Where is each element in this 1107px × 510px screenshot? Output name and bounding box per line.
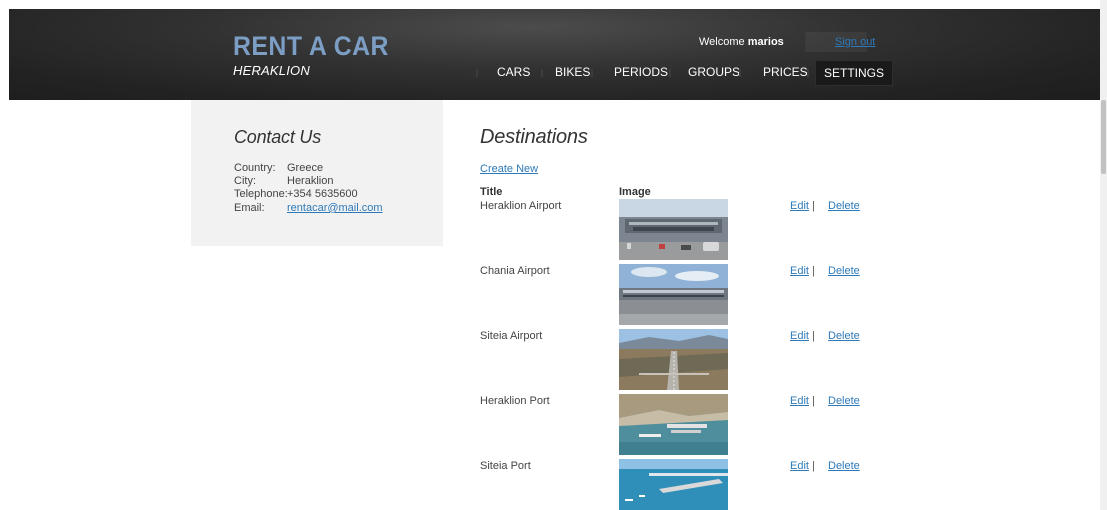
delete-link[interactable]: Delete bbox=[828, 200, 860, 212]
table-row: Heraklion Airport Edit | Delete bbox=[480, 199, 880, 262]
welcome-message: Welcome marios bbox=[699, 36, 784, 48]
contact-value: Heraklion bbox=[287, 175, 334, 187]
welcome-text: Welcome bbox=[699, 36, 745, 48]
create-new-link[interactable]: Create New bbox=[480, 163, 538, 175]
nav-separator bbox=[591, 69, 593, 77]
edit-link[interactable]: Edit bbox=[790, 200, 809, 212]
nav-separator bbox=[807, 69, 809, 77]
email-link[interactable]: rentacar@mail.com bbox=[287, 202, 383, 215]
contact-title: Contact Us bbox=[234, 127, 322, 147]
nav-separator bbox=[669, 69, 671, 77]
contact-country: Country: Greece bbox=[234, 162, 323, 175]
destination-title: Siteia Airport bbox=[480, 330, 543, 342]
contact-value: Greece bbox=[287, 162, 324, 174]
table-row: Siteia Port Edit | Delete bbox=[480, 459, 880, 510]
link-separator: | bbox=[812, 460, 815, 472]
contact-email: Email: rentacar@mail.com bbox=[234, 202, 383, 215]
destination-title: Siteia Port bbox=[480, 460, 531, 472]
edit-link[interactable]: Edit bbox=[790, 330, 809, 342]
page-scrollbar[interactable] bbox=[1100, 0, 1107, 510]
nav-separator bbox=[476, 69, 478, 77]
contact-label: Telephone: bbox=[234, 188, 288, 200]
contact-label: Country: bbox=[234, 162, 276, 174]
edit-link[interactable]: Edit bbox=[790, 460, 809, 472]
contact-value: +354 5635600 bbox=[287, 188, 358, 200]
nav-separator bbox=[739, 69, 741, 77]
main-nav: CARS BIKES PERIODS GROUPS PRICES SETTING… bbox=[9, 60, 1100, 86]
destination-image bbox=[619, 459, 728, 510]
top-strip bbox=[0, 0, 1100, 9]
nav-item-groups[interactable]: GROUPS bbox=[688, 60, 740, 84]
signout-link[interactable]: Sign out bbox=[835, 36, 875, 48]
destination-image bbox=[619, 394, 728, 455]
scrollbar-thumb[interactable] bbox=[1101, 100, 1106, 174]
edit-link[interactable]: Edit bbox=[790, 265, 809, 277]
table-row: Chania Airport Edit | Delete bbox=[480, 264, 880, 327]
nav-separator bbox=[541, 69, 543, 77]
destination-title: Heraklion Port bbox=[480, 395, 550, 407]
column-header-image: Image bbox=[619, 186, 651, 198]
edit-link[interactable]: Edit bbox=[790, 395, 809, 407]
delete-link[interactable]: Delete bbox=[828, 460, 860, 472]
column-header-title: Title bbox=[480, 186, 503, 198]
link-separator: | bbox=[812, 395, 815, 407]
destination-title: Heraklion Airport bbox=[480, 200, 562, 212]
contact-sidebar: Contact Us Country: Greece City: Herakli… bbox=[191, 100, 443, 246]
nav-item-cars[interactable]: CARS bbox=[497, 60, 530, 84]
link-separator: | bbox=[812, 265, 815, 277]
contact-label: City: bbox=[234, 175, 256, 187]
nav-item-bikes[interactable]: BIKES bbox=[555, 60, 590, 84]
page: RENT A CAR HERAKLION Welcome marios Sign… bbox=[0, 0, 1107, 510]
destination-image bbox=[619, 199, 728, 260]
destination-image bbox=[619, 264, 728, 325]
table-row: Heraklion Port Edit | Delete bbox=[480, 394, 880, 457]
page-title: Destinations bbox=[480, 126, 588, 148]
delete-link[interactable]: Delete bbox=[828, 330, 860, 342]
table-row: Siteia Airport Edit | Delete bbox=[480, 329, 880, 392]
contact-city: City: Heraklion bbox=[234, 175, 333, 188]
brand-title[interactable]: RENT A CAR bbox=[233, 31, 389, 61]
contact-label: Email: bbox=[234, 202, 265, 214]
delete-link[interactable]: Delete bbox=[828, 265, 860, 277]
nav-item-prices[interactable]: PRICES bbox=[763, 60, 808, 84]
delete-link[interactable]: Delete bbox=[828, 395, 860, 407]
destination-title: Chania Airport bbox=[480, 265, 550, 277]
destination-image bbox=[619, 329, 728, 390]
link-separator: | bbox=[812, 330, 815, 342]
nav-item-settings[interactable]: SETTINGS bbox=[815, 60, 893, 86]
nav-item-periods[interactable]: PERIODS bbox=[614, 60, 668, 84]
username: marios bbox=[747, 36, 784, 48]
contact-telephone: Telephone: +354 5635600 bbox=[234, 188, 358, 201]
site-header: RENT A CAR HERAKLION Welcome marios Sign… bbox=[9, 9, 1100, 100]
link-separator: | bbox=[812, 200, 815, 212]
